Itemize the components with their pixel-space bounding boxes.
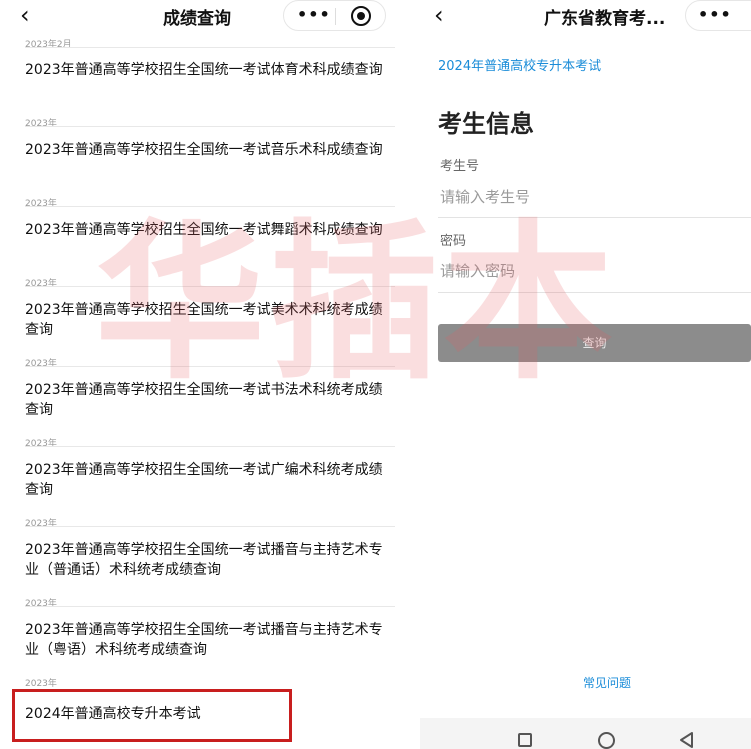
- right-page-title: 广东省教育考...: [544, 9, 666, 29]
- divider: [25, 286, 395, 287]
- divider: [25, 126, 395, 127]
- list-item[interactable]: 2023年普通高等学校招生全国统一考试播音与主持艺术专业（粤语）术科统考成绩查询: [25, 620, 395, 660]
- mini-program-capsule: •••: [685, 0, 751, 31]
- right-nav-bar: ‹ 广东省教育考... •••: [420, 0, 751, 33]
- item-date: 2023年: [25, 359, 57, 369]
- more-dots-icon[interactable]: •••: [297, 5, 331, 24]
- item-date: 2023年: [25, 679, 57, 689]
- candidate-number-input[interactable]: [440, 184, 751, 210]
- chevron-left-icon[interactable]: ‹: [20, 0, 30, 30]
- highlighted-list-item[interactable]: 2024年普通高校专升本考试: [25, 703, 201, 723]
- divider: [438, 217, 751, 218]
- faq-link[interactable]: 常见问题: [583, 674, 631, 691]
- divider: [438, 292, 751, 293]
- list-item[interactable]: 2023年普通高等学校招生全国统一考试书法术科统考成绩查询: [25, 380, 395, 420]
- left-nav-bar: ‹ 成绩查询 •••: [0, 0, 420, 33]
- item-date: 2023年: [25, 599, 57, 609]
- top-date: 2023年2月: [25, 40, 72, 50]
- password-label: 密码: [440, 234, 467, 249]
- exam-name-link[interactable]: 2024年普通高校专升本考试: [438, 55, 601, 74]
- divider: [25, 446, 395, 447]
- divider: [25, 206, 395, 207]
- item-date: 2023年: [25, 199, 57, 209]
- target-circle-icon[interactable]: [351, 6, 371, 26]
- list-item[interactable]: 2023年普通高等学校招生全国统一考试广编术科统考成绩查询: [25, 460, 395, 500]
- divider: [25, 606, 395, 607]
- square-icon[interactable]: [518, 733, 532, 747]
- left-panel: ‹ 成绩查询 ••• 2023年2月 2023年普通高等学校招生全国统一考试体育…: [0, 0, 420, 749]
- circle-home-icon[interactable]: [598, 732, 615, 749]
- list-item[interactable]: 2023年普通高等学校招生全国统一考试体育术科成绩查询: [25, 60, 395, 80]
- item-date: 2023年: [25, 279, 57, 289]
- candidate-number-label: 考生号: [440, 159, 480, 174]
- capsule-separator: [335, 8, 336, 25]
- chevron-left-icon[interactable]: ‹: [434, 0, 444, 30]
- divider: [25, 526, 395, 527]
- left-page-title: 成绩查询: [163, 9, 231, 29]
- system-nav-bar: [420, 718, 751, 749]
- page-heading: 考生信息: [438, 110, 534, 138]
- more-dots-icon[interactable]: •••: [698, 5, 732, 24]
- item-date: 2023年: [25, 119, 57, 129]
- item-date: 2023年: [25, 519, 57, 529]
- mini-program-capsule: •••: [283, 0, 386, 31]
- list-item[interactable]: 2023年普通高等学校招生全国统一考试美术术科统考成绩查询: [25, 300, 395, 340]
- query-button[interactable]: 查询: [438, 324, 751, 362]
- right-panel: ‹ 广东省教育考... ••• 2024年普通高校专升本考试 考生信息 考生号 …: [420, 0, 751, 749]
- list-item[interactable]: 2023年普通高等学校招生全国统一考试音乐术科成绩查询: [25, 140, 395, 160]
- divider: [25, 366, 395, 367]
- list-item[interactable]: 2023年普通高等学校招生全国统一考试播音与主持艺术专业（普通话）术科统考成绩查…: [25, 540, 395, 580]
- password-input[interactable]: [440, 258, 751, 284]
- triangle-back-icon[interactable]: [678, 731, 696, 749]
- item-date: 2023年: [25, 439, 57, 449]
- divider: [25, 47, 395, 48]
- list-item[interactable]: 2023年普通高等学校招生全国统一考试舞蹈术科成绩查询: [25, 220, 395, 240]
